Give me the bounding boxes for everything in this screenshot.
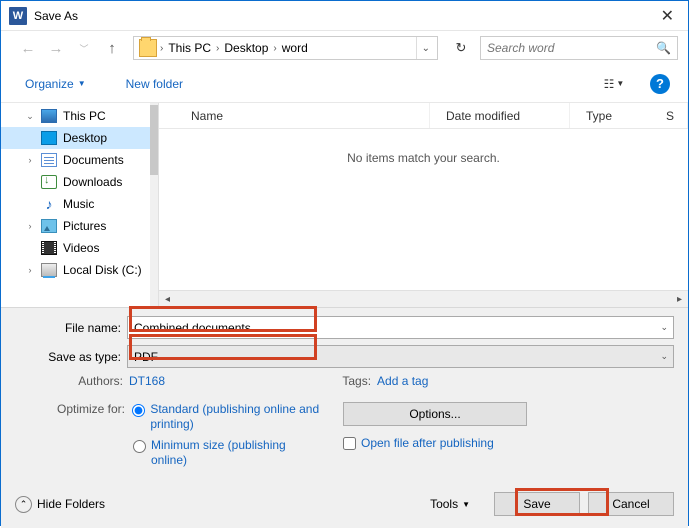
close-button[interactable]: ✕	[655, 6, 680, 26]
col-date[interactable]: Date modified	[430, 103, 570, 128]
chevron-down-icon: ▼	[78, 79, 86, 88]
recent-dropdown[interactable]: ﹀	[73, 37, 95, 59]
tree-this-pc[interactable]: ⌄This PC	[1, 105, 158, 127]
tree-scrollbar[interactable]	[150, 103, 158, 307]
search-icon[interactable]: 🔍	[656, 41, 671, 55]
column-headers: Name Date modified Type S	[159, 103, 688, 129]
tags-value[interactable]: Add a tag	[377, 374, 428, 388]
window-title: Save As	[34, 9, 78, 23]
view-icon: ☷	[604, 77, 615, 91]
pc-icon	[41, 109, 57, 123]
organize-button[interactable]: Organize▼	[19, 73, 92, 95]
downloads-icon	[41, 175, 57, 189]
radio-standard[interactable]: Standard (publishing online and printing…	[132, 402, 320, 432]
authors-label: Authors:	[71, 374, 129, 388]
savetype-value: PDF	[134, 350, 158, 364]
help-button[interactable]: ?	[650, 74, 670, 94]
col-type[interactable]: Type	[570, 103, 660, 128]
view-options-button[interactable]: ☷▼	[592, 73, 636, 95]
hide-folders-button[interactable]: ⌃Hide Folders	[15, 496, 105, 513]
scroll-left-icon[interactable]: ◂	[159, 294, 176, 305]
tree-documents[interactable]: ›Documents	[1, 149, 158, 171]
col-size[interactable]: S	[660, 103, 688, 128]
pictures-icon	[41, 219, 57, 233]
savetype-label: Save as type:	[15, 350, 127, 364]
filename-input[interactable]	[134, 321, 667, 335]
tree-pictures[interactable]: ›Pictures	[1, 215, 158, 237]
empty-message: No items match your search.	[159, 129, 688, 290]
address-dropdown[interactable]: ⌄	[416, 37, 435, 59]
authors-value[interactable]: DT168	[129, 374, 165, 388]
documents-icon	[41, 153, 57, 167]
address-bar[interactable]: › This PC › Desktop › word ⌄	[133, 36, 438, 60]
tree-local-disk[interactable]: ›Local Disk (C:)	[1, 259, 158, 281]
music-icon: ♪	[41, 197, 57, 211]
open-after-checkbox[interactable]: Open file after publishing	[343, 436, 674, 450]
chevron-down-icon: ▼	[616, 79, 624, 88]
scroll-right-icon[interactable]: ▸	[671, 294, 688, 305]
filename-field[interactable]: ⌄	[127, 316, 674, 339]
tree-downloads[interactable]: Downloads	[1, 171, 158, 193]
desktop-icon	[41, 131, 57, 145]
toolbar: Organize▼ New folder ☷▼ ?	[1, 65, 688, 103]
chevron-down-icon[interactable]: ⌄	[660, 351, 668, 362]
optimize-label: Optimize for:	[53, 402, 129, 416]
forward-button[interactable]: →	[45, 37, 67, 59]
folder-icon	[139, 39, 157, 57]
search-input[interactable]	[487, 41, 656, 55]
title-bar: W Save As ✕	[1, 1, 688, 31]
options-button[interactable]: Options...	[343, 402, 527, 426]
save-panel: File name: ⌄ Save as type: PDF ⌄ Authors:…	[1, 307, 688, 528]
search-box[interactable]: 🔍	[480, 36, 678, 60]
chevron-down-icon: ▼	[462, 500, 470, 509]
radio-minimum[interactable]: Minimum size (publishing online)	[53, 438, 343, 468]
tags-label: Tags:	[319, 374, 377, 388]
file-list-pane: Name Date modified Type S No items match…	[159, 103, 688, 307]
save-button[interactable]: Save	[494, 492, 580, 516]
tree-desktop[interactable]: Desktop	[1, 127, 158, 149]
cancel-button[interactable]: Cancel	[588, 492, 674, 516]
savetype-field[interactable]: PDF ⌄	[127, 345, 674, 368]
up-button[interactable]: ↑	[101, 37, 123, 59]
file-scrollbar[interactable]: ◂ ▸	[159, 290, 688, 307]
tools-dropdown[interactable]: Tools▼	[430, 497, 470, 511]
disk-icon	[41, 263, 57, 277]
tree-music[interactable]: ♪Music	[1, 193, 158, 215]
chevron-down-icon[interactable]: ⌄	[660, 322, 668, 333]
breadcrumb-desktop[interactable]: Desktop	[219, 41, 273, 55]
nav-bar: ← → ﹀ ↑ › This PC › Desktop › word ⌄ ↻ 🔍	[1, 31, 688, 65]
videos-icon	[41, 241, 57, 255]
tree-videos[interactable]: Videos	[1, 237, 158, 259]
breadcrumb-word[interactable]: word	[277, 41, 313, 55]
breadcrumb-root[interactable]: This PC	[163, 41, 216, 55]
col-name[interactable]: Name	[175, 103, 430, 128]
filename-label: File name:	[15, 321, 127, 335]
radio-minimum-input[interactable]	[133, 440, 146, 453]
new-folder-button[interactable]: New folder	[120, 73, 189, 95]
chevron-up-icon: ⌃	[15, 496, 32, 513]
radio-standard-input[interactable]	[132, 404, 145, 417]
back-button[interactable]: ←	[17, 37, 39, 59]
folder-tree: ⌄This PC Desktop ›Documents Downloads ♪M…	[1, 103, 159, 307]
open-after-input[interactable]	[343, 437, 356, 450]
word-app-icon: W	[9, 7, 27, 25]
refresh-button[interactable]: ↻	[448, 36, 474, 60]
